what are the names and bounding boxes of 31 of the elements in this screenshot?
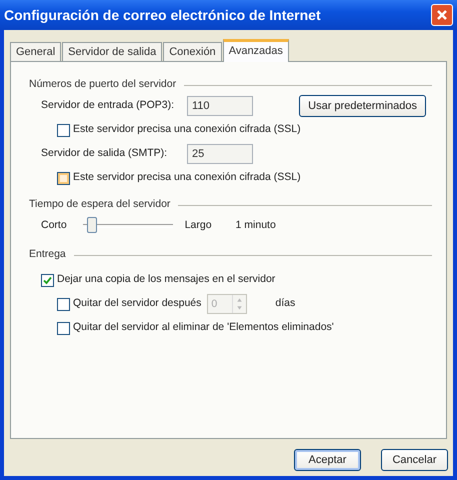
section-heading: Números de puerto del servidor xyxy=(29,77,176,92)
slider-max-label: Largo xyxy=(184,218,212,234)
checkbox-label: Dejar una copia de los mensajes en el servidor xyxy=(57,272,276,288)
window-title: Configuración de correo electrónico de Internet xyxy=(4,6,321,25)
section-heading: Tiempo de espera del servidor xyxy=(29,197,170,212)
tab[interactable]: Servidor de salida xyxy=(62,42,162,61)
checkbox-label: Este servidor precisa una conexión cifrada (SSL) xyxy=(73,122,301,138)
field-label: Servidor de entrada (POP3): xyxy=(41,98,176,114)
input-field[interactable]: 25 xyxy=(187,144,253,164)
slider-thumb[interactable] xyxy=(86,217,97,233)
section-heading: Entrega xyxy=(29,247,66,262)
checkbox-label: Quitar del servidor después xyxy=(73,296,202,312)
checkbox[interactable] xyxy=(41,274,54,286)
unit-label: días xyxy=(275,296,296,312)
field-label: Servidor de salida (SMTP): xyxy=(41,146,168,162)
checkbox[interactable] xyxy=(57,322,70,334)
checkbox[interactable] xyxy=(57,172,70,184)
tab[interactable]: Avanzadas xyxy=(222,39,289,62)
defaults-button[interactable]: Usar predeterminados xyxy=(299,94,426,118)
checkbox-label: Quitar del servidor al eliminar de 'Elementos eliminados' xyxy=(73,320,334,336)
tab[interactable]: General xyxy=(10,42,62,61)
checkbox-label: Este servidor precisa una conexión cifrada (SSL) xyxy=(73,170,301,186)
slider-reading: 1 minuto xyxy=(236,218,276,234)
cancel-button[interactable]: Cancelar xyxy=(381,449,448,471)
close-icon xyxy=(436,9,448,21)
checkbox[interactable] xyxy=(57,124,70,136)
close-button[interactable] xyxy=(431,4,453,26)
slider-min-label: Corto xyxy=(41,218,67,234)
tab[interactable]: Conexión xyxy=(163,42,222,61)
ok-button[interactable]: Aceptar xyxy=(294,449,361,471)
input-field[interactable]: 110 xyxy=(187,96,253,116)
